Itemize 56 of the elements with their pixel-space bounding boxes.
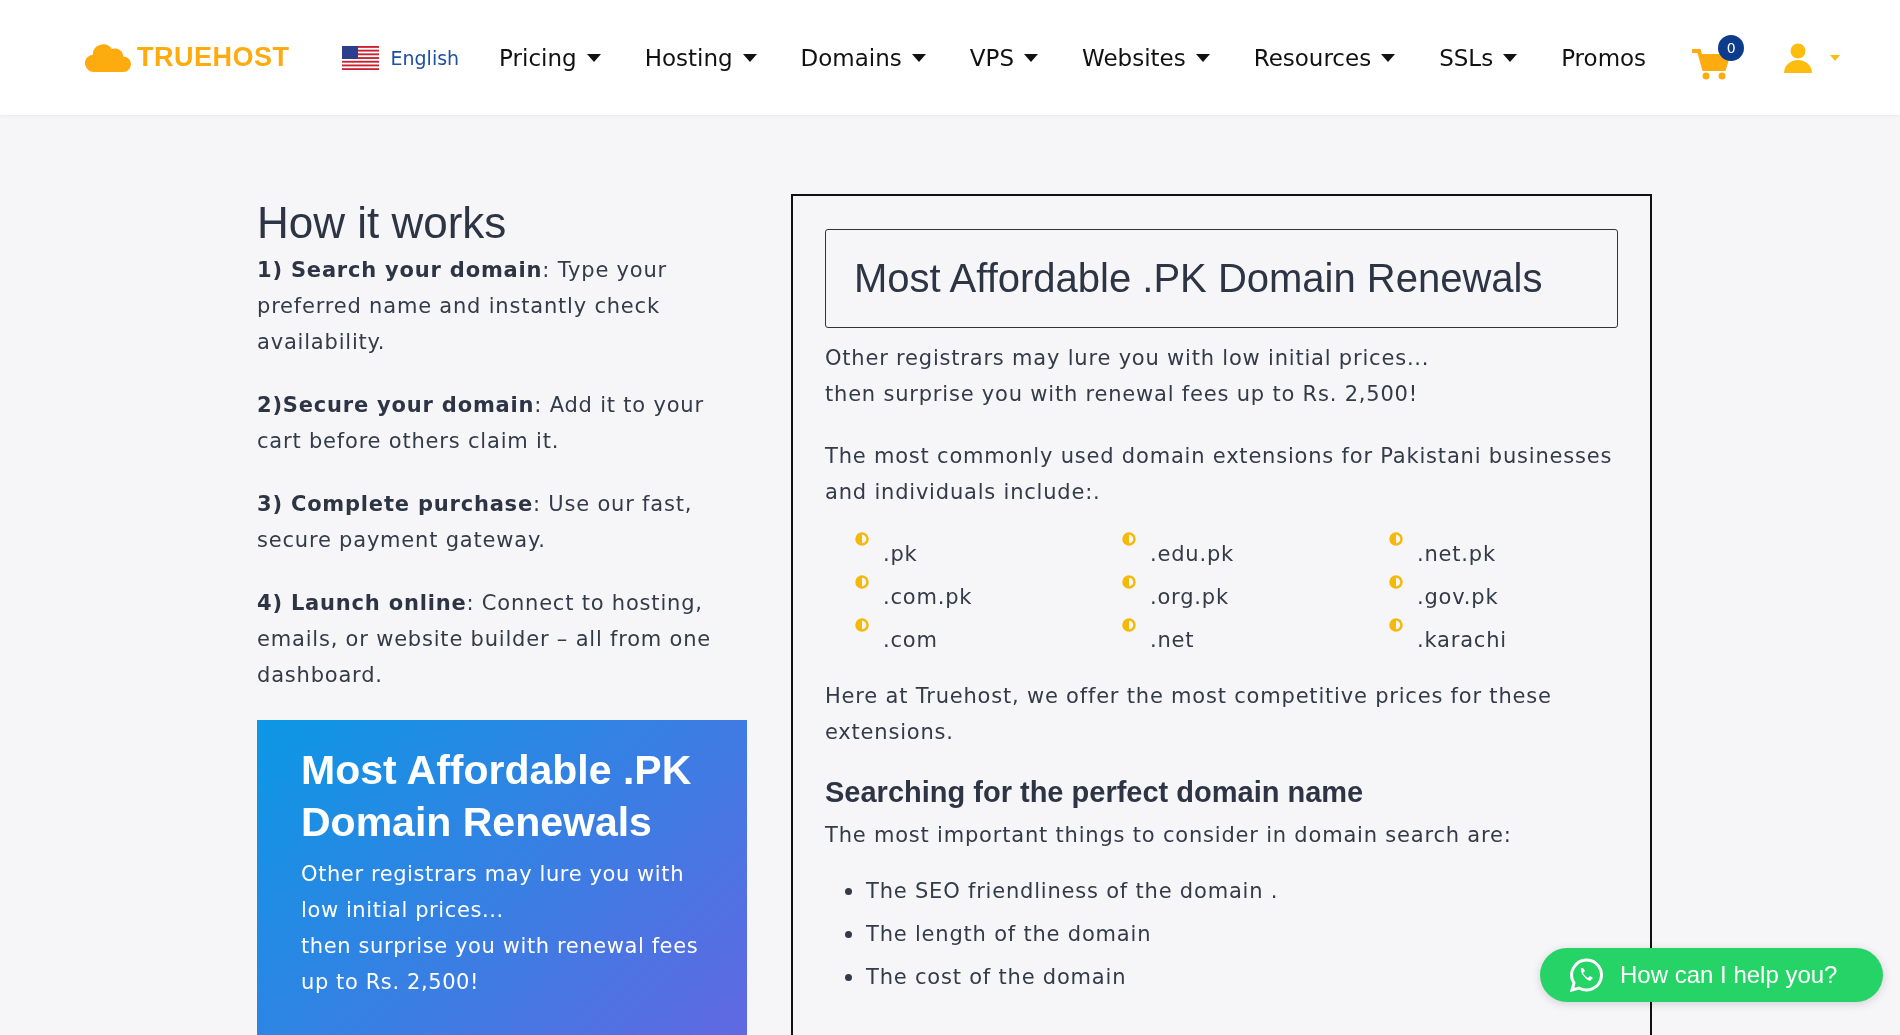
flag-icon [341,45,379,70]
half-circle-icon [1389,618,1403,632]
extension-label: .edu.pk [1150,541,1234,568]
half-circle-icon [1122,532,1136,546]
section-intro: The most important things to consider in domain search are: [825,822,1513,849]
intro-text: then surprise you with renewal fees up to Rs. 2,500! [825,381,1419,408]
cart-count-badge: 0 [1718,34,1745,61]
list-item: The SEO friendliness of the domain . [866,878,1279,905]
nav-link[interactable]: VPS [969,44,1038,71]
extension-label: .org.pk [1150,584,1229,611]
extensions-intro: The most commonly used domain extensions for Pakistani businesses and individuals include:. [825,443,1614,506]
extension-label: .gov.pk [1417,584,1499,611]
half-circle-icon [855,575,869,589]
account-menu[interactable] [1784,42,1841,73]
language-selector[interactable]: English [341,45,460,70]
half-circle-icon [1122,575,1136,589]
half-circle-icon [1389,575,1403,589]
section-title: How it works [257,198,508,248]
offer-text: Here at Truehost, we offer the most competitive prices for these extensions. [825,683,1553,746]
promo-text: Other registrars may lure you with low initial prices... [301,861,686,924]
extension-label: .net.pk [1417,541,1496,568]
extension-label: .net [1150,627,1195,654]
chat-bubble-icon [1570,958,1604,992]
promo-title: Most Affordable .PK Domain Renewals [301,746,693,847]
nav-link[interactable]: Hosting [644,44,757,71]
extension-label: .com.pk [883,584,973,611]
step-text: 1) Search your domain: Type your preferred name and instantly check availability. [257,257,668,356]
step-text: 3) Complete purchase: Use our fast, secure payment gateway. [257,491,694,554]
extension-label: .com [883,627,938,654]
half-circle-icon [1122,618,1136,632]
list-item: The cost of the domain [866,964,1127,991]
nav-link[interactable]: Pricing [499,44,601,71]
step-text: 2)Secure your domain: Add it to your cart before others claim it. [257,392,705,455]
list-item: The length of the domain [866,921,1152,948]
intro-text: Other registrars may lure you with low initial prices... [825,345,1431,372]
bullet-icon [845,930,852,938]
half-circle-icon [855,618,869,632]
step-text: 4) Launch online: Connect to hosting, emails, or website builder – all from one dashboard. [257,590,713,689]
half-circle-icon [855,532,869,546]
nav-link[interactable]: Promos [1561,44,1647,71]
caret-icon [1830,54,1841,61]
nav-link[interactable]: Resources [1253,44,1396,71]
extension-label: .pk [883,541,918,568]
extension-label: .karachi [1417,627,1507,654]
bullet-icon [845,887,852,895]
nav-link[interactable]: Domains [800,44,926,71]
main-title: Most Affordable .PK Domain Renewals [854,256,1544,301]
user-icon [1784,42,1813,73]
section-heading: Searching for the perfect domain name [825,776,1365,809]
cart-button[interactable]: 0 [1692,34,1745,81]
nav-link[interactable]: Websites [1082,44,1210,71]
half-circle-icon [1389,532,1403,546]
promo-text: then surprise you with renewal fees up to Rs. 2,500! [301,933,700,996]
bullet-icon [845,973,852,981]
cloud-icon [85,43,131,72]
nav-link[interactable]: SSLs [1439,44,1518,71]
